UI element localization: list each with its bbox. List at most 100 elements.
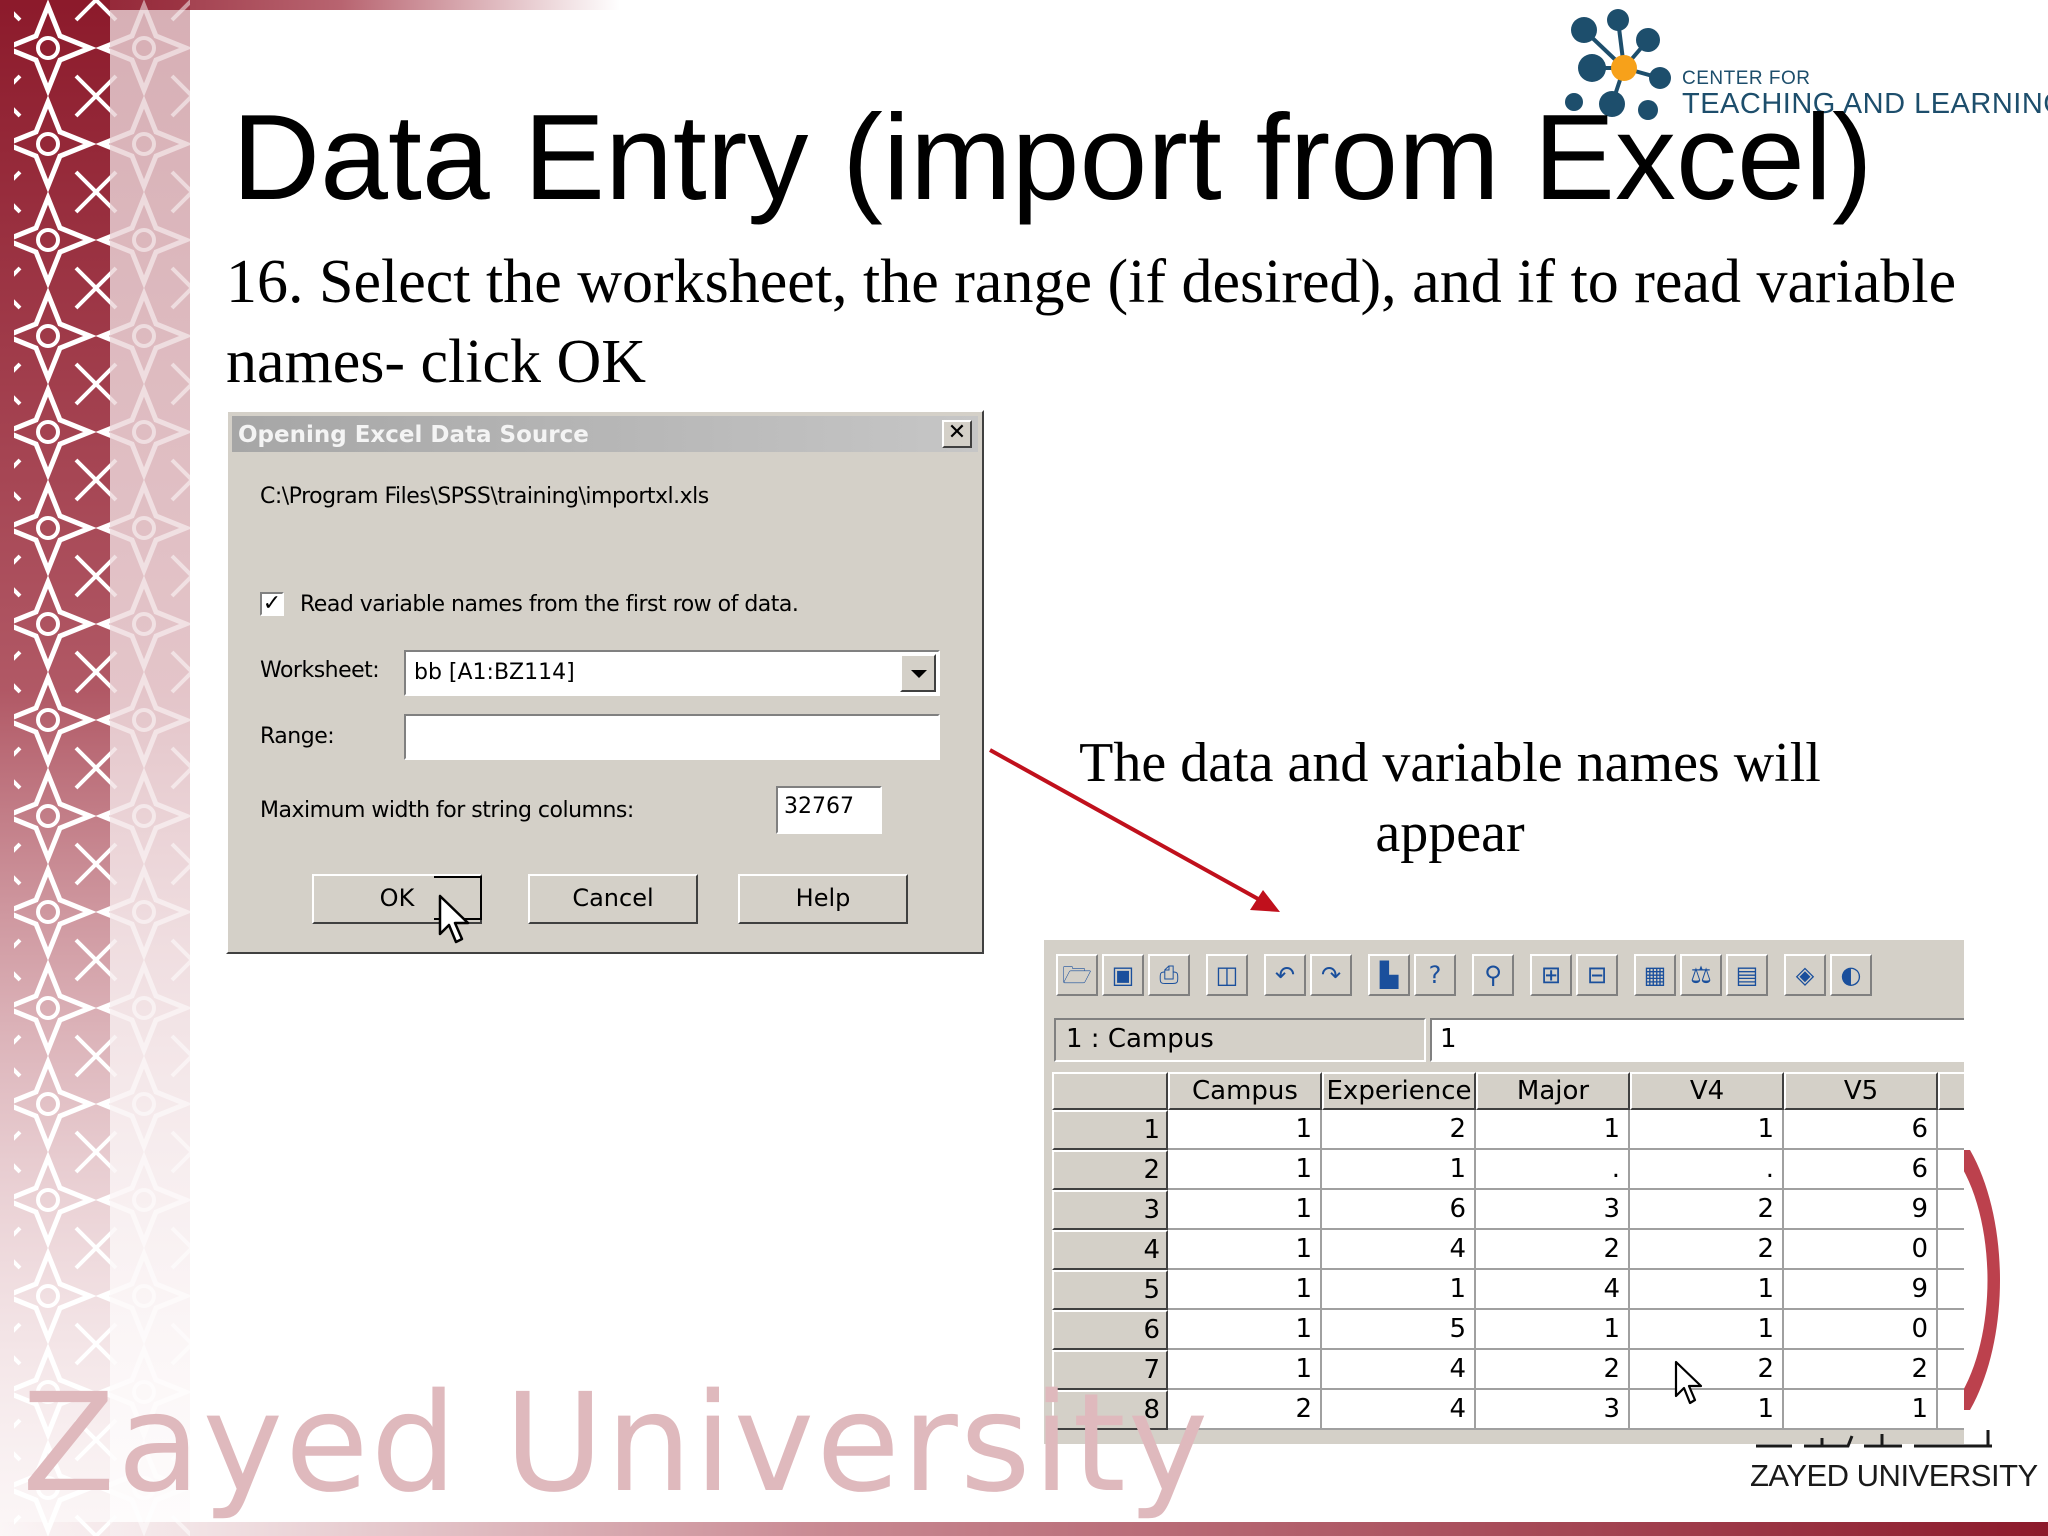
table-cell[interactable] bbox=[1938, 1190, 1964, 1230]
table-cell[interactable]: 4 bbox=[1476, 1270, 1630, 1310]
column-header[interactable]: Experience bbox=[1322, 1072, 1476, 1110]
table-cell[interactable] bbox=[1938, 1270, 1964, 1310]
save-icon[interactable]: ▣ bbox=[1102, 954, 1144, 996]
bottom-accent-bar bbox=[0, 1522, 2048, 1536]
table-cell[interactable]: 4 bbox=[1322, 1230, 1476, 1270]
cell-reference-box: 1 : Campus bbox=[1054, 1018, 1426, 1062]
table-cell[interactable]: 6 bbox=[1322, 1190, 1476, 1230]
table-cell[interactable]: 4 bbox=[1322, 1390, 1476, 1430]
weight-cases-icon[interactable]: ⚖ bbox=[1680, 954, 1722, 996]
islamic-pattern-ornament bbox=[0, 0, 190, 1536]
table-cell[interactable]: 1 bbox=[1168, 1150, 1322, 1190]
row-header[interactable]: 2 bbox=[1052, 1150, 1168, 1190]
slide-title: Data Entry (import from Excel) bbox=[232, 89, 1873, 225]
value-labels-icon[interactable]: ◈ bbox=[1784, 954, 1826, 996]
table-cell[interactable] bbox=[1938, 1310, 1964, 1350]
undo-icon[interactable]: ↶ bbox=[1264, 954, 1306, 996]
logo-line-1: CENTER FOR bbox=[1682, 68, 1811, 89]
max-width-input[interactable]: 32767 bbox=[776, 786, 882, 834]
mouse-pointer-icon bbox=[438, 894, 470, 944]
table-cell[interactable]: 1 bbox=[1630, 1110, 1784, 1150]
table-cell[interactable] bbox=[1938, 1150, 1964, 1190]
cancel-button[interactable]: Cancel bbox=[528, 874, 698, 924]
cell-value-input[interactable]: 1 bbox=[1430, 1018, 1964, 1062]
dialog-titlebar[interactable]: Opening Excel Data Source ✕ bbox=[232, 416, 978, 452]
column-header[interactable]: V4 bbox=[1630, 1072, 1784, 1110]
variables-icon[interactable]: ? bbox=[1414, 954, 1456, 996]
row-header[interactable]: 6 bbox=[1052, 1310, 1168, 1350]
table-cell[interactable]: 4 bbox=[1322, 1350, 1476, 1390]
find-icon[interactable]: ⚲ bbox=[1472, 954, 1514, 996]
read-variable-names-label: Read variable names from the first row o… bbox=[300, 592, 799, 617]
table-cell[interactable]: 1 bbox=[1168, 1230, 1322, 1270]
table-cell[interactable] bbox=[1938, 1350, 1964, 1390]
help-button[interactable]: Help bbox=[738, 874, 908, 924]
table-cell[interactable]: 6 bbox=[1784, 1110, 1938, 1150]
annotation-arrow bbox=[989, 748, 1280, 912]
table-cell[interactable]: 2 bbox=[1630, 1350, 1784, 1390]
table-cell[interactable]: . bbox=[1476, 1150, 1630, 1190]
range-label: Range: bbox=[260, 724, 335, 749]
use-sets-icon[interactable]: ◐ bbox=[1830, 954, 1872, 996]
opening-excel-dialog: Opening Excel Data Source ✕ C:\Program F… bbox=[226, 410, 984, 954]
table-cell[interactable]: 1 bbox=[1322, 1270, 1476, 1310]
table-cell[interactable] bbox=[1938, 1110, 1964, 1150]
range-input[interactable] bbox=[404, 714, 940, 760]
column-header[interactable]: Major bbox=[1476, 1072, 1630, 1110]
zayed-university-wordmark: Zayed University bbox=[22, 1365, 1211, 1523]
insert-variable-icon[interactable]: ⊟ bbox=[1576, 954, 1618, 996]
chevron-down-icon[interactable] bbox=[900, 654, 936, 692]
table-cell[interactable]: 1 bbox=[1168, 1270, 1322, 1310]
table-cell[interactable]: 2 bbox=[1630, 1190, 1784, 1230]
zayed-university-logo-text: ZAYED UNIVERSITY bbox=[1750, 1458, 2038, 1493]
table-cell[interactable]: 1 bbox=[1630, 1310, 1784, 1350]
print-icon[interactable]: ⎙ bbox=[1148, 954, 1190, 996]
grid-corner bbox=[1052, 1072, 1168, 1110]
table-cell[interactable]: 2 bbox=[1476, 1350, 1630, 1390]
table-cell[interactable]: . bbox=[1630, 1150, 1784, 1190]
table-cell[interactable]: 2 bbox=[1322, 1110, 1476, 1150]
file-path-label: C:\Program Files\SPSS\training\importxl.… bbox=[260, 484, 709, 509]
column-header[interactable]: V5 bbox=[1784, 1072, 1938, 1110]
max-width-label: Maximum width for string columns: bbox=[260, 798, 634, 823]
column-header[interactable] bbox=[1938, 1072, 1964, 1110]
table-cell[interactable]: 0 bbox=[1784, 1310, 1938, 1350]
table-cell[interactable]: 3 bbox=[1476, 1190, 1630, 1230]
select-cases-icon[interactable]: ▤ bbox=[1726, 954, 1768, 996]
redo-icon[interactable]: ↷ bbox=[1310, 954, 1352, 996]
split-file-icon[interactable]: ▦ bbox=[1634, 954, 1676, 996]
table-cell[interactable]: 2 bbox=[1630, 1230, 1784, 1270]
table-cell[interactable]: 1 bbox=[1168, 1110, 1322, 1150]
table-cell[interactable]: 2 bbox=[1476, 1230, 1630, 1270]
mouse-pointer-icon bbox=[1674, 1360, 1703, 1405]
worksheet-value: bb [A1:BZ114] bbox=[414, 660, 575, 685]
worksheet-label: Worksheet: bbox=[260, 658, 380, 683]
table-cell[interactable]: 3 bbox=[1476, 1390, 1630, 1430]
goto-chart-icon[interactable]: ▙ bbox=[1368, 954, 1410, 996]
row-header[interactable]: 1 bbox=[1052, 1110, 1168, 1150]
table-cell[interactable]: 9 bbox=[1784, 1270, 1938, 1310]
open-folder-icon[interactable]: 🗁 bbox=[1056, 954, 1098, 996]
column-header[interactable]: Campus bbox=[1168, 1072, 1322, 1110]
insert-cases-icon[interactable]: ⊞ bbox=[1530, 954, 1572, 996]
dialog-recall-icon[interactable]: ◫ bbox=[1206, 954, 1248, 996]
row-header[interactable]: 3 bbox=[1052, 1190, 1168, 1230]
table-cell[interactable]: 2 bbox=[1784, 1350, 1938, 1390]
row-header[interactable]: 4 bbox=[1052, 1230, 1168, 1270]
close-icon[interactable]: ✕ bbox=[942, 420, 972, 448]
table-cell[interactable]: 1 bbox=[1630, 1270, 1784, 1310]
table-cell[interactable]: 5 bbox=[1322, 1310, 1476, 1350]
table-cell[interactable]: 1 bbox=[1476, 1310, 1630, 1350]
arabic-logo-script bbox=[1756, 1430, 1992, 1448]
row-header[interactable]: 5 bbox=[1052, 1270, 1168, 1310]
table-cell[interactable]: 1 bbox=[1322, 1150, 1476, 1190]
table-cell[interactable]: 1 bbox=[1476, 1110, 1630, 1150]
table-cell[interactable]: 1 bbox=[1168, 1190, 1322, 1230]
table-cell[interactable]: 6 bbox=[1784, 1150, 1938, 1190]
table-cell[interactable]: 9 bbox=[1784, 1190, 1938, 1230]
read-variable-names-checkbox[interactable]: ✓ bbox=[260, 592, 284, 616]
table-cell[interactable] bbox=[1938, 1230, 1964, 1270]
table-cell[interactable]: 0 bbox=[1784, 1230, 1938, 1270]
table-cell[interactable]: 1 bbox=[1168, 1310, 1322, 1350]
worksheet-select[interactable]: bb [A1:BZ114] bbox=[404, 650, 940, 696]
